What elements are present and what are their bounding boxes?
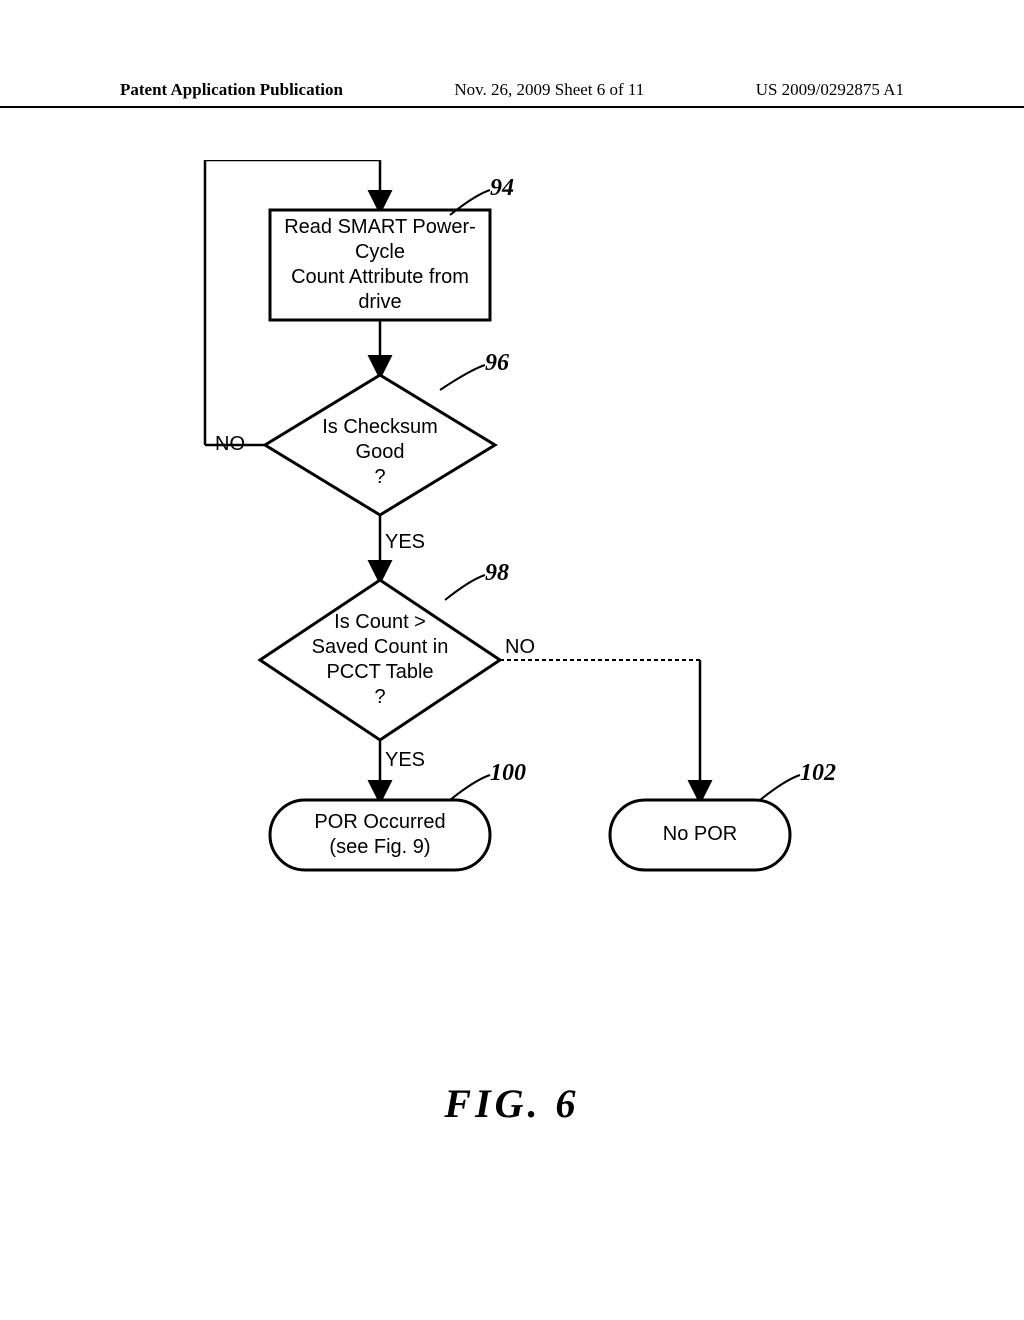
header-center: Nov. 26, 2009 Sheet 6 of 11 [454, 80, 644, 100]
terminal-102-text: No POR [610, 822, 790, 847]
label-no-96: NO [215, 432, 265, 457]
ref-102: 102 [800, 760, 836, 787]
flowchart: Read SMART Power- Cycle Count Attribute … [120, 160, 904, 1060]
header-left: Patent Application Publication [120, 80, 343, 100]
ref-94: 94 [490, 175, 514, 202]
page-header: Patent Application Publication Nov. 26, … [0, 80, 1024, 108]
ref-100: 100 [490, 760, 526, 787]
flowchart-svg [120, 160, 904, 1060]
label-yes-96: YES [385, 530, 435, 555]
ref-96: 96 [485, 350, 509, 377]
decision-96-text: Is Checksum Good ? [290, 415, 470, 490]
ref-98: 98 [485, 560, 509, 587]
box-94-text: Read SMART Power- Cycle Count Attribute … [270, 215, 490, 315]
header-right: US 2009/0292875 A1 [756, 80, 904, 100]
figure-caption: FIG. 6 [0, 1080, 1024, 1127]
decision-98-text: Is Count > Saved Count in PCCT Table ? [280, 610, 480, 710]
label-no-98: NO [505, 635, 545, 660]
label-yes-98: YES [385, 748, 435, 773]
terminal-100-text: POR Occurred (see Fig. 9) [270, 810, 490, 860]
